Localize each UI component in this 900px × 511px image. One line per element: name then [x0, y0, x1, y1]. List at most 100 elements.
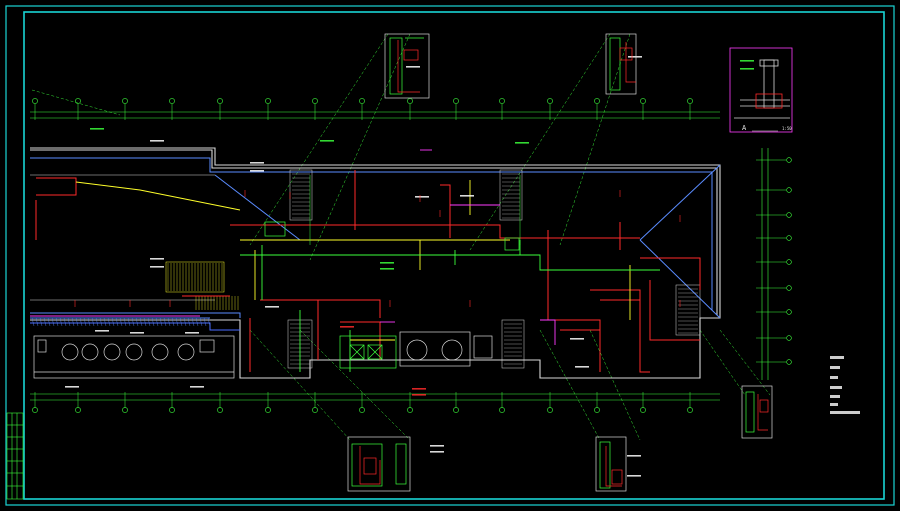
axis-bubble — [499, 407, 505, 413]
axis-bubble — [407, 98, 413, 104]
annotation-mark — [250, 170, 264, 172]
bottom-axis-bubbles — [32, 392, 693, 413]
axis-bubble — [453, 407, 459, 413]
annotation-mark — [150, 258, 164, 260]
annotation-mark — [150, 140, 164, 142]
axis-bubble — [122, 98, 128, 104]
axis-bubble — [217, 98, 223, 104]
annotation-mark — [250, 162, 264, 164]
hatch-line — [139, 317, 143, 327]
hatch-line — [43, 317, 47, 327]
annotation-mark — [380, 268, 394, 270]
annotation-mark — [265, 306, 279, 308]
axis-bubble — [217, 407, 223, 413]
hatch-line — [203, 317, 207, 327]
hatch-line — [59, 317, 63, 327]
axis-bubble — [640, 407, 646, 413]
axis-bubble — [312, 98, 318, 104]
annotation-mark — [627, 455, 641, 457]
hatch-line — [135, 317, 139, 327]
hatch-line — [143, 317, 147, 327]
hatch-line — [163, 317, 167, 327]
detail-inset-right — [741, 385, 773, 439]
hatch-line — [171, 317, 175, 327]
building-walls — [30, 147, 721, 379]
axis-bubble — [594, 98, 600, 104]
inner-frame — [23, 11, 885, 500]
annotation-mark — [65, 386, 79, 388]
annotation-mark — [460, 195, 474, 197]
right-axis-bubbles — [756, 157, 792, 365]
annotation-mark — [415, 196, 429, 198]
stair-grille-hatch — [31, 263, 239, 327]
detail-inset-top-right — [605, 33, 637, 95]
hatch-line — [87, 317, 91, 327]
axis-bubble — [75, 98, 81, 104]
hatch-line — [95, 317, 99, 327]
section-leader-lines — [31, 33, 771, 441]
legend-notes — [830, 356, 860, 414]
detail-inset-bottom-right — [595, 436, 627, 492]
axis-bubble — [594, 407, 600, 413]
axis-bubble — [786, 187, 792, 193]
hatch-line — [51, 317, 55, 327]
hatch-line — [115, 317, 119, 327]
axis-bubble — [547, 98, 553, 104]
hatch-line — [167, 317, 171, 327]
hatch-line — [183, 317, 187, 327]
axis-bubble — [169, 407, 175, 413]
right-axis-line — [761, 148, 769, 380]
hatch-line — [127, 317, 131, 327]
axis-bubble — [786, 309, 792, 315]
hatch-line — [131, 317, 135, 327]
axis-bubble — [786, 259, 792, 265]
axis-bubble — [75, 407, 81, 413]
axis-bubble — [499, 98, 505, 104]
axis-bubble — [786, 235, 792, 241]
top-axis-bubbles — [32, 98, 693, 120]
axis-bubble — [687, 98, 693, 104]
cad-drawing: A 1:50 — [5, 5, 895, 506]
green-pipes — [240, 240, 660, 372]
hatch-line — [111, 317, 115, 327]
annotation-mark — [190, 386, 204, 388]
annotation-mark — [340, 326, 354, 328]
hatch-line — [35, 317, 39, 327]
axis-bubble — [547, 407, 553, 413]
hatch-line — [47, 317, 51, 327]
annotation-mark — [320, 140, 334, 142]
axis-bubble — [786, 335, 792, 341]
risers — [309, 175, 521, 245]
hatch-line — [91, 317, 95, 327]
axis-bubble — [786, 157, 792, 163]
axis-bubble — [122, 407, 128, 413]
axis-bubble — [265, 98, 271, 104]
annotation-mark — [515, 142, 529, 144]
hatch-line — [83, 317, 87, 327]
annotation-mark — [412, 388, 426, 390]
hatch-line — [155, 317, 159, 327]
hatch-line — [71, 317, 75, 327]
annotations — [65, 56, 754, 477]
hatch-line — [63, 317, 67, 327]
annotation-mark — [380, 262, 394, 264]
hatch-line — [175, 317, 179, 327]
hatch-line — [99, 317, 103, 327]
annotation-mark — [130, 332, 144, 334]
hatch-line — [67, 317, 71, 327]
annotation-mark — [185, 332, 199, 334]
title-block — [6, 412, 24, 500]
hatch-line — [191, 317, 195, 327]
bottom-axis-line — [30, 393, 720, 401]
section-a-detail — [729, 47, 793, 133]
axis-bubble — [786, 359, 792, 365]
annotation-mark — [430, 445, 444, 447]
hatch-line — [195, 317, 199, 327]
annotation-mark — [575, 366, 589, 368]
axis-bubble — [32, 407, 38, 413]
hatch-line — [103, 317, 107, 327]
hatch-line — [39, 317, 43, 327]
hatch-line — [31, 317, 35, 327]
annotation-mark — [740, 60, 754, 62]
hatch-line — [75, 317, 79, 327]
